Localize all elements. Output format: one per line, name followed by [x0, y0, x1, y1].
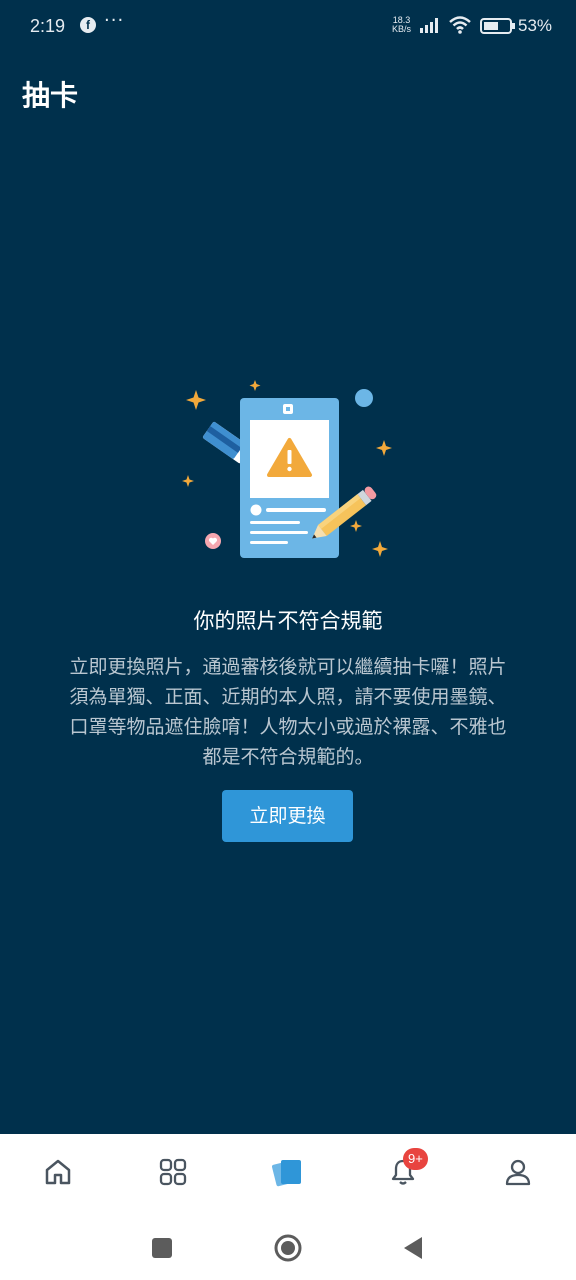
facebook-icon: f [80, 17, 96, 33]
battery-percent: 53% [518, 16, 553, 35]
profile-icon [505, 1159, 530, 1186]
notification-badge: 9+ [403, 1148, 428, 1170]
photo-warning-illustration [182, 380, 392, 558]
network-speed: 18.3 KB/s [392, 16, 411, 34]
signal-icon [420, 18, 438, 33]
home-button[interactable] [268, 1228, 308, 1268]
cards-icon [271, 1160, 301, 1187]
battery-icon [480, 18, 515, 34]
sparkle-icon [372, 541, 388, 557]
network-speed-unit: KB/s [392, 24, 412, 34]
wifi-icon [449, 16, 471, 34]
system-nav-bar [0, 1214, 576, 1280]
tab-home[interactable] [0, 1134, 115, 1214]
recent-apps-button[interactable] [142, 1228, 182, 1268]
sparkle-icon [376, 440, 392, 456]
tab-cards[interactable] [230, 1134, 345, 1214]
error-description: 立即更換照片，通過審核後就可以繼續抽卡囉！照片須為單獨、正面、近期的本人照，請不… [69, 656, 507, 768]
bottom-tab-bar: 9+ [0, 1134, 576, 1214]
page-title: 抽卡 [22, 79, 79, 112]
grid-icon [159, 1158, 186, 1186]
sparkle-icon [186, 390, 206, 410]
back-button[interactable] [394, 1228, 434, 1268]
home-icon [45, 1159, 70, 1185]
sparkle-icon [350, 520, 362, 532]
status-time: 2:19 [30, 16, 66, 36]
status-bar: 2:19 f ··· 18.3 KB/s 53% [0, 0, 576, 54]
sparkle-icon [249, 380, 261, 391]
tab-explore[interactable] [115, 1134, 230, 1214]
tab-profile[interactable] [460, 1134, 575, 1214]
tab-notifications[interactable]: 9+ [345, 1134, 460, 1214]
decor-dot [355, 389, 373, 407]
sparkle-icon [182, 475, 194, 487]
error-heading: 你的照片不符合規範 [193, 609, 383, 633]
more-notifications-icon: ··· [104, 10, 125, 31]
change-photo-button[interactable]: 立即更換 [222, 790, 353, 842]
